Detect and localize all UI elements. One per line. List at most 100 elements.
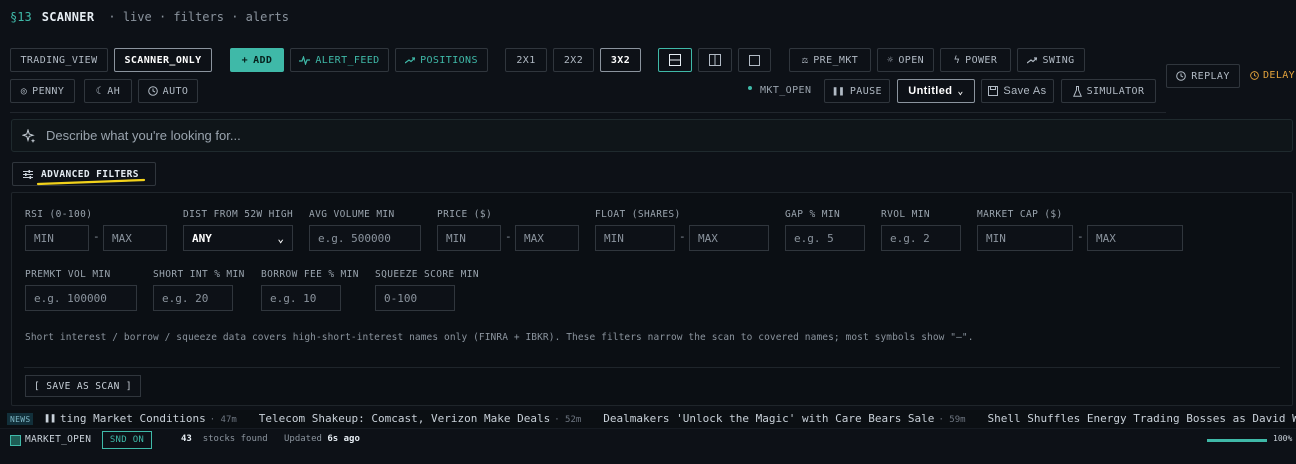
news-headline[interactable]: ting Market Conditions — [60, 412, 206, 425]
describe-search-input[interactable]: Describe what you're looking for... — [11, 119, 1293, 152]
coins-icon: ◎ — [20, 85, 28, 97]
sparkle-icon — [22, 128, 36, 143]
panel-divider — [24, 367, 1280, 368]
squeeze-score-label: SQUEEZE SCORE MIN — [375, 269, 480, 280]
pause-icon: ❚❚ — [832, 85, 845, 97]
float-max-input[interactable]: MAX — [689, 225, 769, 251]
rvol-label: RVOL MIN — [881, 209, 930, 220]
price-label: PRICE ($) — [437, 209, 493, 220]
layout-2x2-button[interactable]: 2X2 — [553, 48, 594, 72]
news-age: · 52m — [554, 415, 582, 425]
split-vertical-button[interactable] — [698, 48, 732, 72]
sound-toggle[interactable]: SND ON — [102, 431, 152, 449]
market-cap-max-input[interactable]: MAX — [1087, 225, 1183, 251]
toolbar-divider — [10, 112, 1166, 113]
pause-button[interactable]: ❚❚ PAUSE — [824, 79, 890, 103]
highlight-underline — [36, 178, 146, 186]
swing-button[interactable]: SWING — [1017, 48, 1085, 72]
news-ticker: NEWS ❚❚ ting Market Conditions · 47m Telec… — [0, 410, 1296, 428]
delayed-indicator: DELAYE — [1250, 70, 1296, 81]
open-button[interactable]: ☼ OPEN — [877, 48, 934, 72]
pre-mkt-button[interactable]: ⚖ PRE_MKT — [789, 48, 871, 72]
news-headline[interactable]: Telecom Shakeup: Comcast, Verizon Make D… — [259, 412, 550, 425]
squeeze-score-input[interactable]: 0-100 — [375, 285, 455, 311]
market-cap-min-input[interactable]: MIN — [977, 225, 1073, 251]
after-hours-button[interactable]: ☾ AH — [84, 79, 132, 103]
rsi-max-input[interactable]: MAX — [103, 225, 167, 251]
bolt-icon: ϟ — [953, 54, 961, 66]
power-button[interactable]: ϟ POWER — [940, 48, 1011, 72]
flask-icon — [1072, 85, 1082, 97]
borrow-fee-input[interactable]: e.g. 10 — [261, 285, 341, 311]
market-open-indicator — [10, 435, 21, 446]
app-header: §13 SCANNER · live · filters · alerts — [0, 0, 1296, 34]
news-badge: NEWS — [7, 413, 34, 425]
positions-button[interactable]: POSITIONS — [395, 48, 488, 72]
status-bar: MARKET_OPEN SND ON 43 stocks found Updat… — [0, 428, 1296, 464]
trading-view-button[interactable]: TRADING_VIEW — [10, 48, 108, 72]
pulse-icon — [299, 55, 311, 65]
single-pane-icon — [749, 54, 760, 66]
clock-icon — [1250, 71, 1259, 80]
alert-feed-button[interactable]: ALERT_FEED — [290, 48, 389, 72]
avg-volume-label: AVG VOLUME MIN — [309, 209, 395, 220]
stocks-found-count: 43 stocks found — [181, 434, 268, 444]
float-min-input[interactable]: MIN — [595, 225, 675, 251]
sun-icon: ☼ — [886, 54, 894, 66]
save-as-scan-button[interactable]: [ SAVE AS SCAN ] — [25, 375, 141, 397]
ticker-pause-icon[interactable]: ❚❚ — [44, 413, 56, 424]
save-as-button[interactable]: Save As — [981, 79, 1054, 103]
save-icon — [988, 86, 999, 96]
short-int-label: SHORT INT % MIN — [153, 269, 245, 280]
rvol-input[interactable]: e.g. 2 — [881, 225, 961, 251]
dist-52w-label: DIST FROM 52W HIGH — [183, 209, 294, 220]
short-int-input[interactable]: e.g. 20 — [153, 285, 233, 311]
plus-icon: + — [241, 54, 249, 66]
news-stream: ting Market Conditions · 47m Telecom Shake… — [60, 412, 1296, 425]
section-number: §13 — [10, 10, 32, 24]
replay-button[interactable]: REPLAY — [1166, 64, 1240, 88]
borrow-fee-label: BORROW FEE % MIN — [261, 269, 359, 280]
progress-fill — [1207, 439, 1267, 442]
news-age: · 47m — [209, 415, 237, 425]
chevron-down-icon: ⌄ — [277, 231, 284, 245]
range-dash: - — [505, 230, 512, 243]
trend-up-icon — [1027, 56, 1038, 63]
market-cap-label: MARKET CAP ($) — [977, 209, 1063, 220]
avg-volume-input[interactable]: e.g. 500000 — [309, 225, 421, 251]
gap-input[interactable]: e.g. 5 — [785, 225, 865, 251]
layout-3x2-button[interactable]: 3X2 — [600, 48, 641, 72]
add-button[interactable]: + ADD — [230, 48, 284, 72]
scan-name-select[interactable]: Untitled ⌄ — [897, 79, 975, 103]
describe-placeholder: Describe what you're looking for... — [46, 128, 241, 143]
market-status-dot — [748, 86, 752, 90]
scanner-only-button[interactable]: SCANNER_ONLY — [114, 48, 212, 72]
price-max-input[interactable]: MAX — [515, 225, 579, 251]
single-pane-button[interactable] — [738, 48, 771, 72]
page-subtitle: · live · filters · alerts — [108, 10, 289, 24]
news-headline[interactable]: Shell Shuffles Energy Trading Bosses as … — [988, 412, 1296, 425]
penny-button[interactable]: ◎ PENNY — [10, 79, 75, 103]
advanced-filters-panel: RSI (0-100) MIN - MAX DIST FROM 52W HIGH… — [11, 192, 1293, 406]
page-title: SCANNER — [41, 10, 95, 24]
auto-button[interactable]: AUTO — [138, 79, 198, 103]
simulator-button[interactable]: SIMULATOR — [1061, 79, 1156, 103]
news-headline[interactable]: Dealmakers 'Unlock the Magic' with Care … — [603, 412, 934, 425]
trend-up-icon — [405, 56, 416, 63]
layout-2x1-button[interactable]: 2X1 — [505, 48, 547, 72]
range-dash: - — [679, 230, 686, 243]
dist-52w-select[interactable]: ANY ⌄ — [183, 225, 293, 251]
range-dash: - — [93, 230, 100, 243]
float-label: FLOAT (SHARES) — [595, 209, 681, 220]
sliders-icon — [23, 169, 33, 179]
rsi-label: RSI (0-100) — [25, 209, 93, 220]
rsi-min-input[interactable]: MIN — [25, 225, 89, 251]
premkt-vol-input[interactable]: e.g. 100000 — [25, 285, 137, 311]
scale-icon: ⚖ — [801, 54, 809, 66]
price-min-input[interactable]: MIN — [437, 225, 501, 251]
split-vertical-icon — [709, 54, 721, 66]
clock-icon — [1176, 71, 1187, 81]
clock-icon — [147, 86, 158, 96]
progress-bar — [1207, 439, 1267, 442]
split-horizontal-button[interactable] — [658, 48, 692, 72]
